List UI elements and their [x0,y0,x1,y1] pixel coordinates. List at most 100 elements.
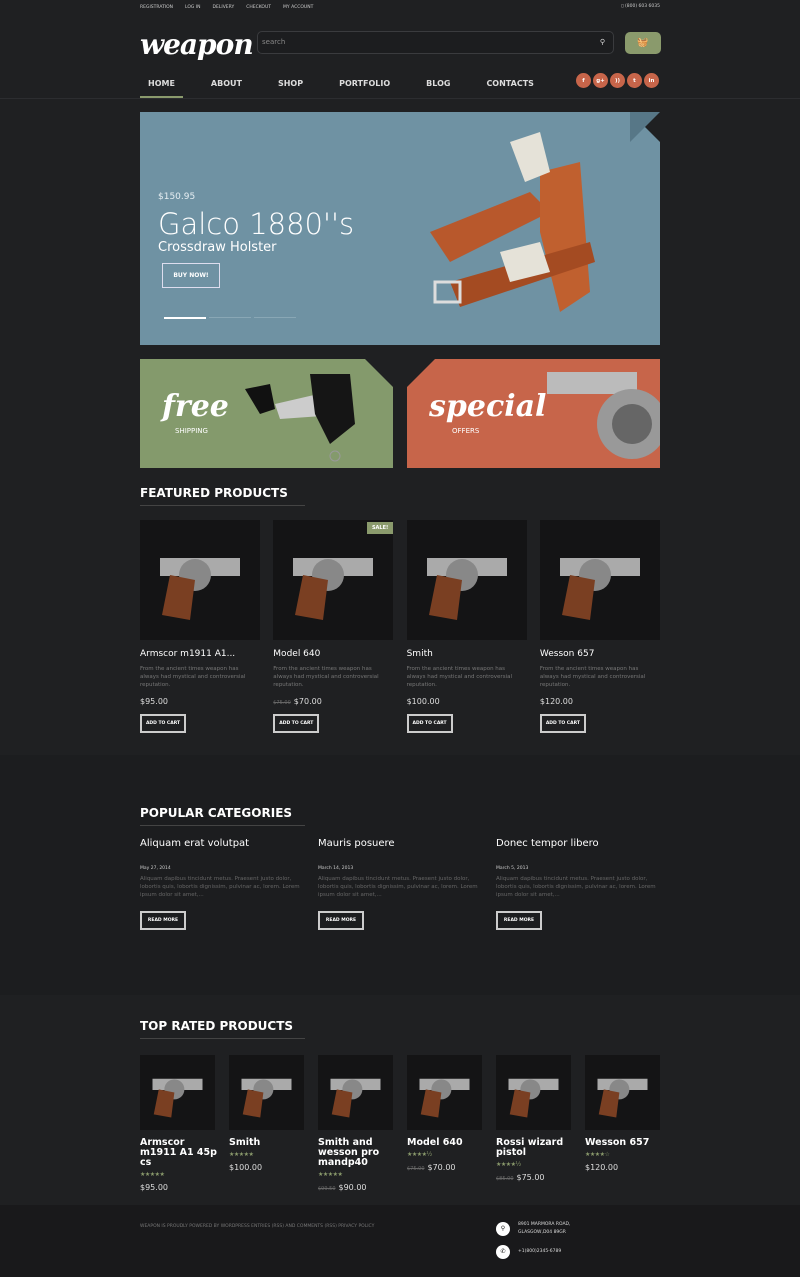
logo[interactable]: weapon [140,28,254,61]
rating-stars: ★★★★½ [496,1161,521,1168]
post-excerpt: Aliquam dapibus tincidunt metus. Praesen… [318,876,478,898]
product-price-row: $95.00 [140,697,260,706]
product-image [330,1078,381,1118]
product-image [241,1078,292,1118]
product-card: Wesson 657 From the ancient times weapon… [539,520,660,733]
post-excerpt: Aliquam dapibus tincidunt metus. Praesen… [496,876,656,898]
product-price-row: $95.00 [140,1183,220,1192]
rss-icon[interactable]: )) [610,73,625,88]
product-image-box[interactable] [407,1055,482,1130]
product-description: From the ancient times weapon has always… [273,666,379,688]
product-image-box[interactable] [539,520,660,640]
product-name[interactable]: Armscor m1911 A1... [140,649,260,659]
search-input[interactable]: search ⚲ [257,31,614,54]
product-price: $70.00 [293,697,322,706]
link-delivery[interactable]: DELIVERY [213,5,235,10]
post-card: Donec tempor libero March 5, 2013 Aliqua… [496,838,656,930]
product-price: $100.00 [406,697,440,706]
nav-shop[interactable]: SHOP [270,72,311,98]
post-title[interactable]: Mauris posuere [318,838,478,849]
product-image-box[interactable] [140,520,260,640]
slide-price: $150.95 [158,192,196,202]
product-price-row: $75.00 $70.00 [273,697,393,706]
search-icon[interactable]: ⚲ [600,38,605,46]
post-card: Aliquam erat volutpat May 27, 2014 Aliqu… [140,838,300,930]
product-name[interactable]: Rossi wizard pistol [496,1138,576,1158]
facebook-icon[interactable]: f [576,73,591,88]
nav-home[interactable]: HOME [140,72,183,98]
cart-button[interactable]: 🧺 [625,32,661,54]
old-price: $85.00 [496,1176,514,1182]
free-shipping-banner[interactable]: free SHIPPING [140,359,393,468]
product-description: From the ancient times weapon has always… [539,666,646,688]
post-title[interactable]: Aliquam erat volutpat [140,838,300,849]
product-image [160,558,240,620]
nav-contacts[interactable]: CONTACTS [478,72,541,98]
top-rated-card: Rossi wizard pistol ★★★★½ $85.00 $75.00 [496,1055,576,1182]
old-price: $75.00 [273,700,291,706]
banner-word: special [429,389,547,424]
slide-title: Galco 1880''s [158,207,355,241]
top-rated-card: Smith and wesson pro mandp40 ★★★★★ $99.5… [318,1055,398,1192]
special-offers-banner[interactable]: special OFFERS [407,359,660,468]
google-plus-icon[interactable]: g+ [593,73,608,88]
read-more-button[interactable]: READ MORE [318,911,364,930]
product-image-box[interactable] [229,1055,304,1130]
nav-portfolio[interactable]: PORTFOLIO [331,72,398,98]
hero-slider[interactable]: $150.95 Galco 1880''s Crossdraw Holster … [140,112,660,345]
product-image-box[interactable] [318,1055,393,1130]
product-name[interactable]: Model 640 [407,1138,487,1148]
product-name[interactable]: Armscor m1911 A1 45p cs [140,1138,220,1168]
post-title[interactable]: Donec tempor libero [496,838,656,849]
product-image-box[interactable] [496,1055,571,1130]
footer-text[interactable]: WEAPON IS PROUDLY POWERED BY WORDPRESS E… [140,1224,374,1229]
slide-dot[interactable] [254,317,296,318]
nav-about[interactable]: ABOUT [203,72,250,98]
product-image [508,1078,559,1118]
add-to-cart-button[interactable]: ADD TO CART [273,714,320,733]
read-more-button[interactable]: READ MORE [140,911,186,930]
footer: WEAPON IS PROUDLY POWERED BY WORDPRESS E… [0,1205,800,1277]
product-name[interactable]: Wesson 657 [540,649,660,659]
twitter-icon[interactable]: t [627,73,642,88]
product-price-row: $75.00 $70.00 [407,1163,487,1172]
product-name[interactable]: Wesson 657 [585,1138,665,1148]
main-nav: HOME ABOUT SHOP PORTFOLIO BLOG CONTACTS [140,72,562,98]
product-price: $120.00 [585,1163,619,1172]
product-image-box[interactable] [140,1055,215,1130]
product-image-box[interactable] [406,520,527,640]
product-price-row: $99.50 $90.00 [318,1183,398,1192]
product-name[interactable]: Smith and wesson pro mandp40 [318,1138,398,1168]
product-name[interactable]: Smith [229,1138,309,1148]
banner-label: OFFERS [452,427,480,435]
link-login[interactable]: LOG IN [185,5,201,10]
linkedin-icon[interactable]: in [644,73,659,88]
phone-text: +1(800)2345-6789 [518,1249,562,1254]
product-name[interactable]: Smith [407,649,527,659]
address-line: GLASGOW,D04 89GR [518,1230,566,1235]
product-price: $120.00 [539,697,573,706]
product-image [426,558,507,620]
address-line: 8901 MARMORA ROAD, [518,1222,571,1227]
link-registration[interactable]: REGISTRATION [140,5,173,10]
add-to-cart-button[interactable]: ADD TO CART [406,714,453,733]
product-image-box[interactable]: SALE! [273,520,394,640]
product-image-box[interactable] [585,1055,660,1130]
link-checkout[interactable]: CHECKOUT [246,5,271,10]
product-name[interactable]: Model 640 [273,649,393,659]
buy-now-button[interactable]: BUY NOW! [162,263,220,288]
product-price: $95.00 [140,1183,168,1192]
link-my-account[interactable]: MY ACCOUNT [283,5,313,10]
slide-dot[interactable] [209,317,251,318]
nav-blog[interactable]: BLOG [418,72,458,98]
add-to-cart-button[interactable]: ADD TO CART [140,714,186,733]
product-description: From the ancient times weapon has always… [406,666,512,688]
product-image [293,558,374,620]
add-to-cart-button[interactable]: ADD TO CART [539,714,586,733]
product-price: $95.00 [140,697,168,706]
product-price-row: $85.00 $75.00 [496,1173,576,1182]
slide-dot[interactable] [164,317,206,319]
top-rated-card: Armscor m1911 A1 45p cs ★★★★★ $95.00 [140,1055,220,1192]
read-more-button[interactable]: READ MORE [496,911,542,930]
product-price-row: $100.00 [229,1163,309,1172]
